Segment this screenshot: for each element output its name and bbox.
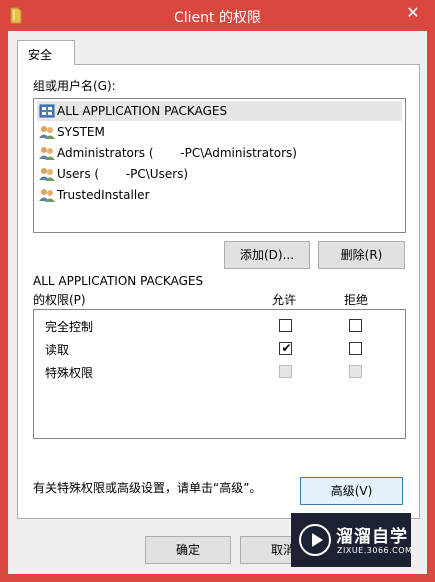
deny-checkbox[interactable]: [349, 319, 362, 332]
remove-button[interactable]: 删除(R): [318, 241, 405, 269]
list-item[interactable]: TrustedInstaller: [37, 185, 402, 205]
permission-row: 特殊权限: [34, 360, 405, 382]
title-bar: Client 的权限 ✕: [0, 0, 435, 31]
permission-row: 完全控制: [34, 314, 405, 336]
dialog-body: 安全 组或用户名(G): ALL APPLICATION PACKAGES SY…: [8, 31, 427, 574]
allow-checkbox[interactable]: [279, 319, 292, 332]
window-title: Client 的权限: [174, 10, 261, 26]
checkmark-icon: ✔: [281, 341, 292, 355]
watermark-url: ZIXUE.3066.COM: [337, 546, 413, 555]
app-packages-icon: [39, 104, 55, 118]
deny-checkbox: [349, 365, 362, 378]
tab-security-label: 安全: [28, 48, 53, 62]
group-users-label: 组或用户名(G):: [33, 79, 116, 93]
list-item[interactable]: SYSTEM: [37, 122, 402, 142]
list-item-label: Users ( -PC\Users): [57, 167, 189, 181]
list-item[interactable]: Users ( -PC\Users): [37, 164, 402, 184]
security-panel: 组或用户名(G): ALL APPLICATION PACKAGES SYSTE…: [17, 64, 420, 519]
list-item-label: ALL APPLICATION PACKAGES: [57, 104, 228, 118]
watermark-badge: 溜溜自学 ZIXUE.3066.COM: [291, 513, 413, 567]
group-users-list[interactable]: ALL APPLICATION PACKAGES SYSTEM Administ…: [33, 98, 406, 233]
ok-button[interactable]: 确定: [145, 536, 231, 564]
permissions-header: 的权限(P): [33, 293, 86, 307]
deny-checkbox[interactable]: [349, 342, 362, 355]
permissions-subject: ALL APPLICATION PACKAGES: [33, 274, 204, 288]
list-item[interactable]: ALL APPLICATION PACKAGES: [37, 101, 402, 121]
permission-name: 特殊权限: [45, 366, 94, 380]
advanced-note: 有关特殊权限或高级设置，请单击“高级”。: [33, 481, 262, 495]
list-item-label: Administrators ( -PC\Administrators): [57, 146, 297, 160]
list-item[interactable]: Administrators ( -PC\Administrators): [37, 143, 402, 163]
deny-column-header: 拒绝: [344, 293, 369, 307]
allow-checkbox[interactable]: ✔: [279, 341, 292, 355]
users-group-icon: [39, 126, 55, 139]
users-group-icon: [39, 147, 55, 160]
close-button[interactable]: ✕: [401, 2, 425, 24]
permissions-list: 完全控制 读取 ✔ 特殊权限: [33, 309, 406, 439]
advanced-button[interactable]: 高级(V): [300, 477, 403, 505]
users-group-icon: [39, 189, 55, 202]
permission-name: 完全控制: [45, 320, 94, 334]
permission-name: 读取: [45, 343, 70, 357]
permission-row: 读取 ✔: [34, 337, 405, 359]
users-group-icon: [39, 168, 55, 181]
play-logo-icon: [299, 524, 331, 556]
add-button[interactable]: 添加(D)...: [224, 241, 310, 269]
list-item-label: TrustedInstaller: [57, 188, 150, 202]
list-item-label: SYSTEM: [57, 125, 105, 139]
tab-security[interactable]: 安全: [17, 40, 75, 65]
allow-checkbox: [279, 365, 292, 378]
watermark-name: 溜溜自学: [336, 527, 408, 547]
allow-column-header: 允许: [272, 293, 297, 307]
